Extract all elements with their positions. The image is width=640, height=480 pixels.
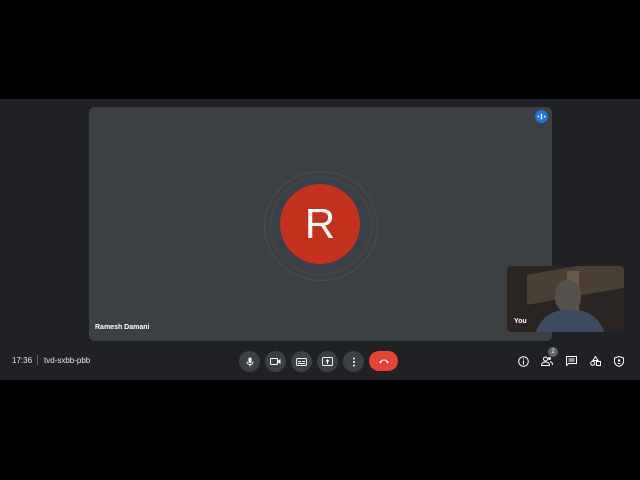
more-options-button[interactable] [343,351,364,372]
info-icon [517,355,529,367]
activities-icon [589,356,601,366]
chat-icon [565,356,577,366]
captions-button[interactable] [291,351,312,372]
self-view-person-body [535,310,605,332]
host-controls-icon [614,355,624,367]
meeting-time: 17:36 [12,356,33,365]
self-view-label: You [514,318,527,325]
end-call-button[interactable] [369,351,398,371]
participant-name: Ramesh Damani [95,324,150,331]
more-options-icon [352,357,355,366]
host-controls-button[interactable] [611,353,627,369]
camera-icon [270,358,281,365]
avatar: R [280,184,360,264]
footer-divider [37,355,38,365]
meeting-details-button[interactable] [515,353,531,369]
microphone-button[interactable] [239,351,260,372]
self-view-tile[interactable]: You [507,266,624,332]
captions-icon [296,357,307,366]
participant-tile[interactable]: R Ramesh Damani [89,107,552,341]
people-icon [541,356,553,366]
meeting-code: tvd-sxbb-pbb [44,356,91,365]
speaking-indicator-icon [535,110,548,123]
present-icon [322,357,333,366]
chat-button[interactable] [563,353,579,369]
present-button[interactable] [317,351,338,372]
camera-button[interactable] [265,351,286,372]
end-call-icon [378,359,389,364]
microphone-icon [246,357,253,366]
meeting-window: R Ramesh Damani You 17:36 tvd-sxbb-pbb 2 [0,99,640,380]
people-count-badge: 2 [548,347,558,357]
activities-button[interactable] [587,353,603,369]
self-view-person [555,280,581,312]
